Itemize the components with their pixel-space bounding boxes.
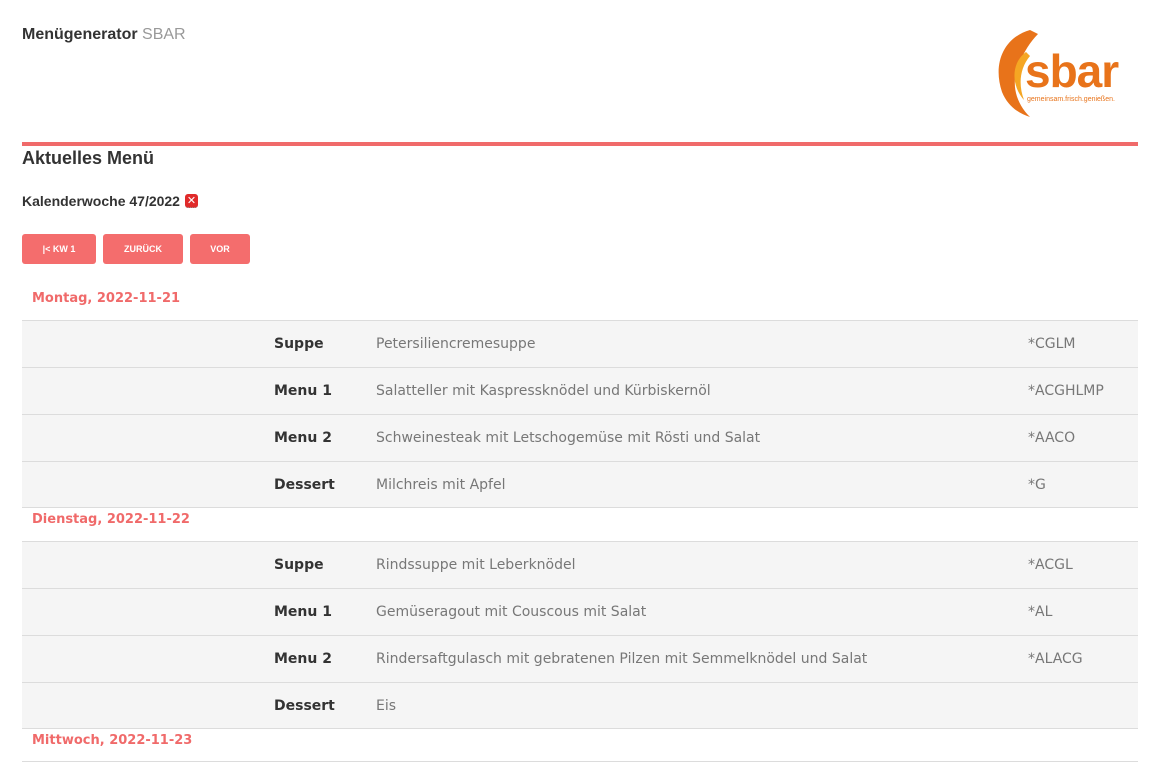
allergen-code: *G	[1028, 476, 1046, 493]
day-heading: Mittwoch, 2022-11-23	[22, 729, 1138, 762]
back-button[interactable]: ZURÜCK	[103, 234, 183, 264]
menu-dish: Eis	[376, 697, 397, 714]
allergen-code: *ACGHLMP	[1028, 383, 1104, 399]
menu-category: Menu 2	[274, 430, 332, 446]
app-brand[interactable]: Menügenerator SBAR	[22, 26, 186, 44]
menu-dish: Milchreis mit Apfel	[376, 476, 506, 493]
table-row: Menu 2 Rindersaftgulasch mit gebratenen …	[22, 635, 1138, 682]
allergen-code: *AACO	[1028, 430, 1076, 446]
week-navigation: |< KW 1 ZURÜCK VOR	[22, 234, 250, 264]
menu-dish: Gemüseragout mit Couscous mit Salat	[376, 604, 647, 620]
logo-wordmark: sbar	[1025, 45, 1119, 97]
menu-dish: Petersiliencremesuppe	[376, 336, 536, 352]
menu-list: Montag, 2022-11-21 Suppe Petersiliencrem…	[22, 282, 1138, 762]
table-row: Suppe Petersiliencremesuppe *CGLM	[22, 320, 1138, 367]
menu-category: Menu 1	[274, 604, 332, 620]
table-row: Menu 2 Schweinesteak mit Letschogemüse m…	[22, 414, 1138, 461]
week-label: Kalenderwoche 47/2022	[22, 193, 180, 209]
logo-tagline: gemeinsam.frisch.genießen.	[1027, 96, 1115, 103]
menu-dish: Rindersaftgulasch mit gebratenen Pilzen …	[376, 651, 868, 667]
table-row: Dessert Milchreis mit Apfel *G	[22, 461, 1138, 508]
allergen-code: *CGLM	[1028, 336, 1076, 352]
allergen-code: *ALACG	[1028, 651, 1083, 667]
menu-category: Dessert	[274, 697, 335, 714]
allergen-code: *ACGL	[1028, 557, 1073, 573]
header-divider	[22, 142, 1138, 146]
sbar-logo: sbar gemeinsam.frisch.genießen.	[980, 22, 1145, 122]
close-icon[interactable]: ✕	[184, 194, 198, 208]
header: Menügenerator SBAR sbar gemeinsam.frisch…	[0, 0, 1163, 143]
menu-category: Suppe	[274, 336, 324, 352]
table-row: Suppe Rindssuppe mit Leberknödel *ACGL	[22, 541, 1138, 588]
menu-category: Menu 2	[274, 651, 332, 667]
first-week-button[interactable]: |< KW 1	[22, 234, 96, 264]
allergen-code: *AL	[1028, 604, 1053, 620]
menu-category: Dessert	[274, 476, 335, 493]
table-row: Menu 1 Salatteller mit Kaspressknödel un…	[22, 367, 1138, 414]
day-heading: Montag, 2022-11-21	[32, 291, 181, 306]
table-row: Menu 1 Gemüseragout mit Couscous mit Sal…	[22, 588, 1138, 635]
brand-name: Menügenerator	[22, 26, 138, 43]
next-button[interactable]: VOR	[190, 234, 250, 264]
menu-dish: Rindssuppe mit Leberknödel	[376, 557, 576, 573]
menu-dish: Salatteller mit Kaspressknödel und Kürbi…	[376, 383, 711, 399]
menu-category: Menu 1	[274, 383, 332, 399]
day-heading: Dienstag, 2022-11-22	[32, 512, 190, 527]
week-heading: Kalenderwoche 47/2022 ✕	[22, 193, 198, 209]
menu-category: Suppe	[274, 557, 324, 573]
table-row: Dessert Eis	[22, 682, 1138, 729]
brand-subtitle: SBAR	[142, 26, 186, 43]
page-title: Aktuelles Menü	[22, 148, 155, 168]
menu-dish: Schweinesteak mit Letschogemüse mit Röst…	[376, 430, 761, 446]
